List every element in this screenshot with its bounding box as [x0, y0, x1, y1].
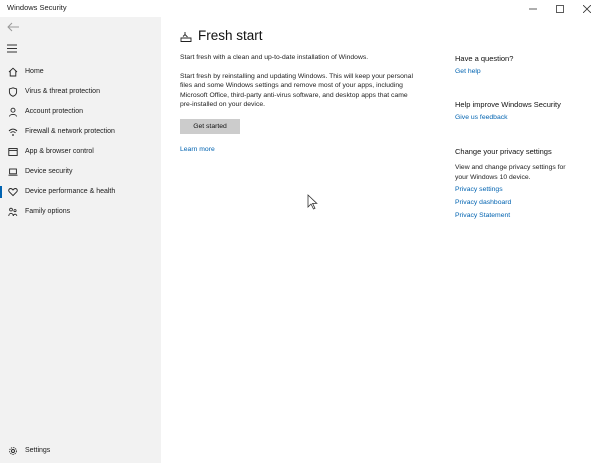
sidebar-item-label: Account protection — [25, 108, 83, 115]
page-title: Fresh start — [198, 28, 263, 43]
feedback-link[interactable]: Give us feedback — [455, 114, 508, 121]
wifi-icon — [8, 127, 18, 137]
fresh-start-icon — [180, 32, 192, 42]
sidebar-item-settings[interactable]: Settings — [0, 443, 161, 459]
shield-icon — [8, 87, 18, 97]
app-window-icon — [8, 147, 18, 157]
home-icon — [8, 67, 18, 77]
title-bar: Windows Security — [0, 0, 600, 17]
sidebar-item-label: Firewall & network protection — [25, 128, 115, 135]
privacy-dashboard-link[interactable]: Privacy dashboard — [455, 199, 511, 206]
sidebar-item-label: Settings — [25, 447, 51, 454]
window-title: Windows Security — [7, 3, 67, 12]
window-controls — [519, 0, 600, 17]
sidebar-item-app-browser-control[interactable]: App & browser control — [0, 142, 161, 162]
sidebar-item-label: Virus & threat protection — [25, 88, 100, 95]
privacy-settings-link[interactable]: Privacy settings — [455, 186, 503, 193]
learn-more-link[interactable]: Learn more — [180, 146, 215, 153]
mouse-cursor-icon — [307, 194, 318, 210]
sidebar-item-firewall-network-protection[interactable]: Firewall & network protection — [0, 122, 161, 142]
improve-heading: Help improve Windows Security — [455, 100, 561, 109]
sidebar-item-label: Device performance & health — [25, 188, 116, 195]
sidebar-item-device-performance-health[interactable]: Device performance & health — [0, 182, 161, 202]
gear-icon — [8, 446, 18, 456]
heart-icon — [8, 187, 18, 197]
laptop-icon — [8, 167, 18, 177]
get-help-link[interactable]: Get help — [455, 68, 481, 75]
back-arrow-icon[interactable] — [6, 21, 20, 33]
minimize-button[interactable] — [519, 0, 546, 17]
main-content: Fresh start Start fresh with a clean and… — [161, 17, 451, 463]
get-started-button[interactable]: Get started — [180, 119, 240, 134]
close-button[interactable] — [573, 0, 600, 17]
person-icon — [8, 107, 18, 117]
privacy-heading: Change your privacy settings — [455, 147, 552, 156]
intro-text: Start fresh with a clean and up-to-date … — [180, 54, 369, 61]
family-icon — [8, 207, 18, 217]
sidebar-item-home[interactable]: Home — [0, 62, 161, 82]
sidebar-item-label: Device security — [25, 168, 73, 175]
maximize-icon — [555, 4, 564, 13]
sidebar-nav: Home Virus & threat protection Account p… — [0, 62, 161, 222]
hamburger-menu-icon[interactable] — [7, 44, 17, 53]
sidebar-item-label: App & browser control — [25, 148, 94, 155]
close-icon — [582, 4, 591, 13]
sidebar-item-family-options[interactable]: Family options — [0, 202, 161, 222]
maximize-button[interactable] — [546, 0, 573, 17]
sidebar-item-virus-threat-protection[interactable]: Virus & threat protection — [0, 82, 161, 102]
privacy-text: View and change privacy settings for you… — [455, 164, 566, 181]
minimize-icon — [528, 8, 537, 9]
sidebar-item-device-security[interactable]: Device security — [0, 162, 161, 182]
question-heading: Have a question? — [455, 54, 514, 63]
sidebar-item-label: Family options — [25, 208, 71, 215]
description-text: Start fresh by reinstalling and updating… — [180, 73, 413, 108]
sidebar-item-label: Home — [25, 68, 44, 75]
sidebar: Home Virus & threat protection Account p… — [0, 17, 161, 463]
sidebar-item-account-protection[interactable]: Account protection — [0, 102, 161, 122]
privacy-statement-link[interactable]: Privacy Statement — [455, 212, 510, 219]
